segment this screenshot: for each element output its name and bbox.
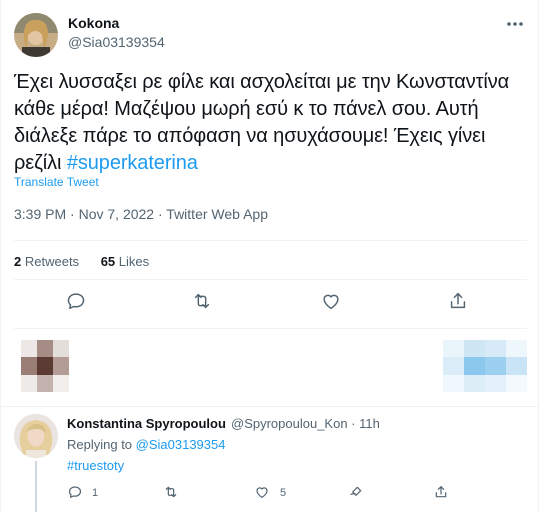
translate-tweet-link[interactable]: Translate Tweet xyxy=(14,175,99,189)
author-avatar[interactable] xyxy=(14,13,58,57)
meta-separator: · xyxy=(347,416,360,431)
tweet-text: Έχει λυσσαξει ρε φίλε και ασχολείται με … xyxy=(14,69,529,177)
reply-count: 1 xyxy=(92,487,99,499)
retweet-icon[interactable] xyxy=(163,484,179,500)
share-icon[interactable] xyxy=(447,290,469,312)
retweet-icon[interactable] xyxy=(191,290,213,312)
like-count: 5 xyxy=(280,487,287,499)
tweet-source[interactable]: Twitter Web App xyxy=(166,206,268,222)
tweet-metadata: 3:39 PM · Nov 7, 2022 · Twitter Web App xyxy=(14,206,268,222)
author-name[interactable]: Kokona xyxy=(68,15,119,31)
retweets-stat[interactable]: 2 Retweets xyxy=(14,254,79,269)
like-icon[interactable] xyxy=(320,290,342,312)
more-icon[interactable] xyxy=(504,16,526,32)
pixelated-avatar xyxy=(21,340,69,392)
divider xyxy=(14,279,527,280)
retweets-count: 2 xyxy=(14,254,22,269)
likes-stat[interactable]: 65 Likes xyxy=(101,254,149,269)
tweet-action-bar xyxy=(1,290,539,320)
more-icon[interactable] xyxy=(348,484,364,500)
replying-to-prefix: Replying to xyxy=(67,437,136,452)
engagement-stats: 2 Retweets 65 Likes xyxy=(14,254,167,269)
tweet-date[interactable]: Nov 7, 2022 xyxy=(79,206,155,222)
replying-to-handle[interactable]: @Sia03139354 xyxy=(136,437,226,452)
like-icon[interactable] xyxy=(254,484,270,500)
reply-author-avatar[interactable] xyxy=(14,414,58,458)
likes-count: 65 xyxy=(100,254,116,269)
retweets-label: Retweets xyxy=(24,254,80,269)
divider xyxy=(14,328,527,329)
hashtag-link[interactable]: #superkaterina xyxy=(67,152,198,174)
reply-author-handle-and-age: @Spyropoulou_Kon · 11h xyxy=(231,416,380,431)
pixelated-region xyxy=(443,340,527,392)
reply-action-bar: 1 5 xyxy=(1,484,539,504)
tweet-page: Kokona @Sia03139354 Έχει λυσσαξει ρε φίλ… xyxy=(0,0,539,512)
meta-separator: · xyxy=(154,206,167,222)
author-handle[interactable]: @Sia03139354 xyxy=(68,34,165,50)
meta-separator: · xyxy=(66,206,79,222)
divider xyxy=(1,406,539,407)
likes-label: Likes xyxy=(118,254,150,269)
tweet-time[interactable]: 3:39 PM xyxy=(14,206,66,222)
reply-icon[interactable] xyxy=(67,484,83,500)
replying-to: Replying to @Sia03139354 xyxy=(67,437,225,452)
reply-author-name[interactable]: Konstantina Spyropoulou xyxy=(67,416,226,431)
divider xyxy=(14,240,527,241)
reply-hashtag-link[interactable]: #truestoty xyxy=(67,458,124,473)
share-icon[interactable] xyxy=(433,484,449,500)
reply-age[interactable]: 11h xyxy=(359,416,380,431)
reply-icon[interactable] xyxy=(65,290,87,312)
reply-author-handle[interactable]: @Spyropoulou_Kon xyxy=(231,416,348,431)
